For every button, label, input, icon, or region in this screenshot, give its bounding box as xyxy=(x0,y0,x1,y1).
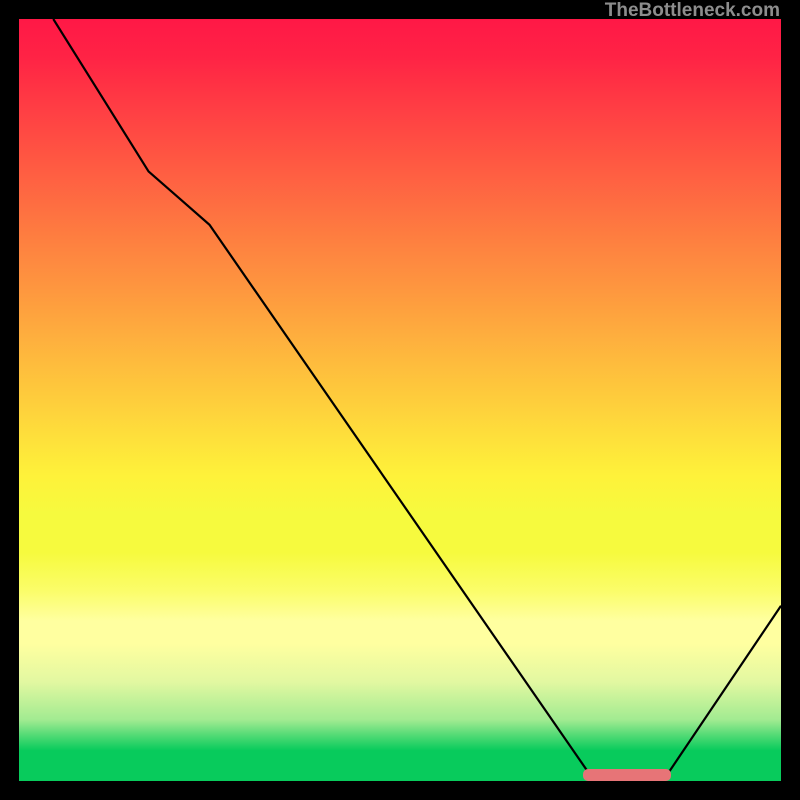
watermark-text: TheBottleneck.com xyxy=(605,0,780,22)
highlight-marker xyxy=(583,769,671,781)
curve-line xyxy=(19,19,781,781)
chart-container: TheBottleneck.com xyxy=(0,0,800,800)
plot-area xyxy=(19,19,781,781)
